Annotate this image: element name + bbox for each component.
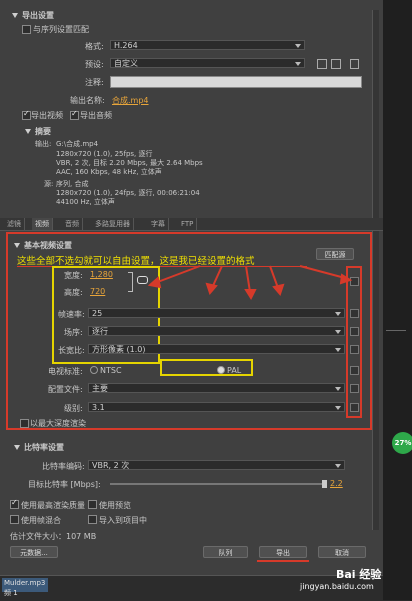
max-depth-checkbox[interactable] — [20, 419, 29, 428]
queue-button[interactable]: 队列 — [203, 546, 248, 558]
arrow-head-5 — [339, 273, 353, 285]
export-button[interactable]: 导出 — [259, 546, 307, 558]
progress-badge: 27% — [392, 432, 412, 454]
watermark-text: jingyan.baidu.com — [300, 582, 374, 591]
arrow-line-4 — [269, 265, 279, 289]
max-render-quality-label: 使用最高渲染质量 — [21, 501, 85, 510]
arrow-line-1 — [154, 265, 201, 284]
bitrate-encoding-dropdown[interactable]: VBR, 2 次 — [88, 460, 345, 470]
bitrate-title[interactable]: 比特率设置 — [14, 442, 64, 453]
estimated-size: 估计文件大小：107 MB — [10, 532, 97, 541]
export-underline — [257, 560, 309, 562]
bitrate-encoding-label: 比特率编码: — [42, 462, 85, 471]
arrow-line-3 — [245, 265, 251, 293]
timeline-clip-sublabel: 频 1 — [4, 589, 18, 597]
target-bitrate-slider[interactable] — [110, 483, 325, 485]
bitrate-triangle-icon — [14, 445, 20, 450]
use-preview-label: 使用预览 — [99, 501, 131, 510]
max-render-quality-checkbox[interactable] — [10, 498, 19, 509]
right-strip — [383, 0, 412, 600]
import-project-label: 导入到项目中 — [99, 516, 147, 525]
arrow-head-1 — [147, 276, 162, 289]
metadata-button[interactable]: 元数据... — [10, 546, 58, 558]
max-depth-label: 以最大深度渲染 — [30, 419, 86, 428]
arrow-head-3 — [244, 289, 257, 301]
target-bitrate-label: 目标比特率 [Mbps]: — [28, 480, 101, 489]
frame-blend-label: 使用帧混合 — [21, 516, 61, 525]
target-bitrate-value[interactable]: 2.2 — [330, 479, 343, 488]
arrow-head-4 — [272, 283, 285, 296]
frame-blend-checkbox[interactable] — [10, 515, 19, 524]
timeline-clip-label: Mulder.mp3 — [4, 579, 46, 587]
side-marker — [386, 330, 406, 331]
watermark-brand: Bai 经验 — [336, 568, 382, 581]
cancel-button[interactable]: 取消 — [318, 546, 366, 558]
arrow-head-2 — [205, 282, 218, 295]
arrow-line-5 — [299, 265, 346, 279]
target-bitrate-handle[interactable] — [322, 480, 327, 488]
use-preview-checkbox[interactable] — [88, 500, 97, 509]
import-project-checkbox[interactable] — [88, 515, 97, 524]
